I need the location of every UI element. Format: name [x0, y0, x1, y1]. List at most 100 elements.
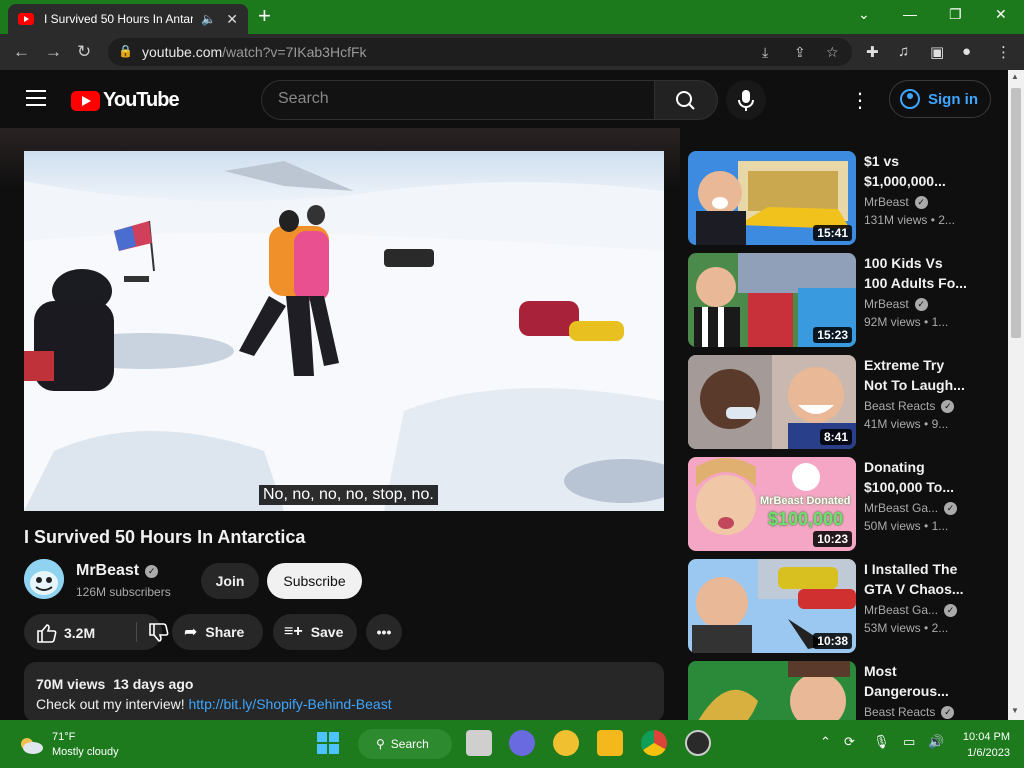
media-controls-icon[interactable]: ♫ — [898, 43, 909, 60]
subscribe-button[interactable]: Subscribe — [267, 563, 362, 599]
temperature: 71°F — [52, 731, 76, 743]
settings-more-icon[interactable]: ⋮ — [850, 88, 870, 113]
voice-search-button[interactable] — [726, 80, 766, 120]
obs-icon[interactable] — [685, 730, 711, 756]
video-player[interactable] — [24, 151, 664, 511]
related-video[interactable]: 8:41 Extreme Try Not To Laugh... Beast Re… — [688, 355, 1008, 451]
restore-button[interactable]: ❐ — [949, 6, 962, 23]
volume-icon[interactable]: 🔊 — [928, 734, 944, 750]
menu-icon[interactable] — [26, 90, 46, 106]
weather-condition: Mostly cloudy — [52, 746, 119, 758]
channel-avatar-icon — [24, 559, 64, 599]
scrollbar-thumb[interactable] — [1011, 88, 1021, 338]
sync-icon[interactable]: ⟳ — [844, 734, 855, 750]
install-icon[interactable]: ⤓ — [762, 44, 768, 61]
tab-search-icon[interactable]: ⌄ — [858, 6, 870, 23]
related-thumbnail[interactable]: 8:41 — [688, 355, 856, 449]
network-icon[interactable]: ▭ — [903, 734, 915, 750]
windows-start-icon[interactable] — [315, 730, 341, 756]
thumbnail-overlay-text: MrBeast Donated — [760, 495, 851, 507]
cloud-icon — [21, 738, 43, 754]
close-tab-icon[interactable]: ✕ — [226, 11, 238, 28]
back-button[interactable]: ← — [13, 42, 30, 62]
related-thumbnail[interactable] — [688, 661, 856, 720]
url-text: youtube.com/watch?v=7IKab3HcfFk — [142, 44, 367, 60]
browser-tab[interactable]: I Survived 50 Hours In Antarctica 🔈 ✕ — [8, 4, 248, 34]
related-views: 50M views • 1... — [864, 519, 949, 533]
youtube-logo[interactable]: YouTube — [71, 89, 180, 112]
chrome-beta-icon[interactable] — [553, 730, 579, 756]
related-views: 53M views • 2... — [864, 621, 949, 635]
related-video[interactable]: 15:23 100 Kids Vs 100 Adults Fo... MrBeas… — [688, 253, 1008, 349]
more-actions-button[interactable]: ••• — [366, 614, 402, 650]
related-channel: MrBeast ✓ — [864, 297, 974, 311]
related-title: I Installed The GTA V Chaos... — [864, 561, 964, 597]
like-count: 3.2M — [64, 625, 96, 641]
subscriber-count: 126M subscribers — [76, 585, 171, 599]
task-view-icon[interactable] — [466, 730, 492, 756]
related-views: 131M views • 2... — [864, 213, 955, 227]
tray-overflow-icon[interactable]: ⌃ — [820, 734, 831, 750]
like-dislike-group: 3.2M — [24, 614, 169, 650]
bookmark-star-icon[interactable]: ☆ — [826, 44, 839, 61]
share-button[interactable]: ➦ Share — [172, 614, 263, 650]
taskbar-search[interactable]: ⚲ Search — [358, 729, 452, 759]
related-video[interactable]: 15:41 $1 vs $1,000,000... MrBeast ✓ 131M v… — [688, 151, 1008, 247]
related-thumbnail[interactable]: 15:23 — [688, 253, 856, 347]
verified-check-icon: ✓ — [914, 195, 928, 209]
search-input[interactable] — [278, 90, 638, 108]
chat-icon[interactable] — [509, 730, 535, 756]
video-duration: 15:23 — [813, 327, 852, 343]
address-bar[interactable]: 🔒 youtube.com/watch?v=7IKab3HcfFk ⤓ ⇪ ☆ — [108, 38, 852, 66]
share-page-icon[interactable]: ⇪ — [794, 44, 806, 61]
tab-title: I Survived 50 Hours In Antarctica — [44, 12, 194, 26]
lock-icon[interactable]: 🔒 — [118, 44, 133, 58]
related-channel: Beast Reacts ✓ — [864, 705, 974, 719]
video-title: I Survived 50 Hours In Antarctica — [24, 527, 306, 547]
youtube-favicon-icon — [18, 13, 34, 25]
page-scrollbar[interactable]: ▲ ▼ — [1008, 70, 1024, 720]
video-duration: 8:41 — [819, 429, 852, 445]
side-panel-icon[interactable]: ▣ — [930, 43, 944, 61]
speaker-icon[interactable]: 🔈 — [201, 12, 216, 26]
chrome-icon[interactable] — [641, 730, 667, 756]
share-arrow-icon: ➦ — [184, 624, 198, 641]
weather-widget[interactable]: 71°F Mostly cloudy — [18, 730, 119, 760]
search-button[interactable] — [654, 80, 718, 120]
thumbs-up-icon — [37, 624, 57, 643]
like-button[interactable]: 3.2M — [36, 623, 95, 643]
related-thumbnail[interactable]: 10:38 — [688, 559, 856, 653]
join-button[interactable]: Join — [201, 563, 259, 599]
description-link[interactable]: http://bit.ly/Shopify-Behind-Beast — [189, 696, 392, 712]
profile-icon[interactable]: ● — [962, 43, 971, 60]
related-channel: MrBeast Ga... ✓ — [864, 501, 974, 515]
thumbnail-overlay-amount: $100,000 — [768, 509, 844, 529]
related-title: $1 vs $1,000,000... — [864, 153, 946, 189]
minimize-button[interactable]: — — [903, 6, 917, 22]
related-video[interactable]: Most Dangerous... Beast Reacts ✓ — [688, 661, 1008, 720]
new-tab-button[interactable]: + — [258, 5, 271, 27]
reload-button[interactable]: ↻ — [77, 42, 91, 62]
related-video[interactable]: MrBeast Donated $100,000 10:23 Donating $… — [688, 457, 1008, 553]
microphone-tray-icon[interactable]: 🎙 — [873, 734, 890, 750]
related-thumbnail[interactable]: MrBeast Donated $100,000 10:23 — [688, 457, 856, 551]
extensions-icon[interactable]: ✚ — [866, 43, 879, 61]
description-box[interactable]: 70M views 13 days ago Check out my interv… — [24, 662, 664, 722]
related-video[interactable]: 10:38 I Installed The GTA V Chaos... MrBe… — [688, 559, 1008, 655]
thumbs-down-icon — [149, 623, 169, 642]
close-window-button[interactable]: ✕ — [995, 6, 1007, 23]
scroll-down-arrow-icon[interactable]: ▼ — [1011, 706, 1019, 715]
channel-avatar[interactable] — [24, 559, 64, 599]
channel-name[interactable]: MrBeast ✓ — [76, 562, 159, 580]
sign-in-button[interactable]: Sign in — [889, 80, 991, 118]
chrome-menu-icon[interactable]: ⋮ — [996, 43, 1011, 61]
dislike-button[interactable] — [148, 623, 170, 648]
more-horizontal-icon: ••• — [376, 624, 392, 640]
file-explorer-icon[interactable] — [597, 730, 623, 756]
forward-button[interactable]: → — [45, 42, 62, 62]
related-thumbnail[interactable]: 15:41 — [688, 151, 856, 245]
save-button[interactable]: ≡+ Save — [273, 614, 357, 650]
verified-check-icon: ✓ — [944, 603, 958, 617]
system-clock[interactable]: 10:04 PM 1/6/2023 — [960, 729, 1010, 761]
scroll-up-arrow-icon[interactable]: ▲ — [1011, 72, 1019, 81]
